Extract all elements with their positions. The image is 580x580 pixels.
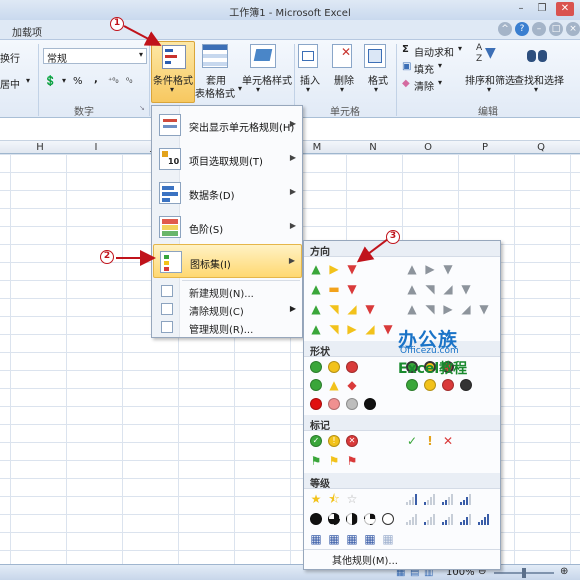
arrow-1	[123, 25, 162, 46]
arrow-3	[356, 238, 389, 263]
annotation-badge-3: 3	[386, 230, 400, 244]
annotation-arrows	[116, 25, 389, 266]
annotation-badge-2: 2	[100, 250, 114, 264]
annotation-badge-1: 1	[110, 17, 124, 31]
